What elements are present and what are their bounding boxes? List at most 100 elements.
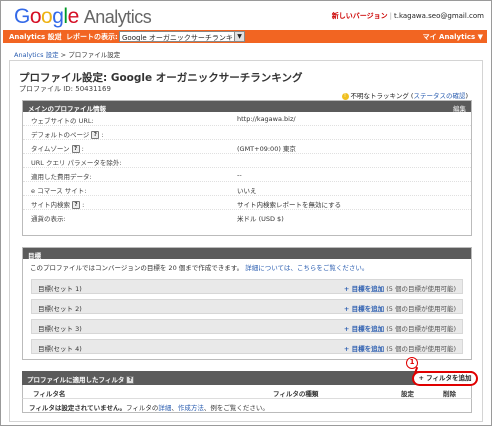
no-filters-text: フィルタの [125,404,159,412]
info-row: タイムゾーン? : (GMT+09:00) 東京 [23,140,471,154]
col-delete: 削除 [443,390,456,398]
filters-table-header: フィルタ名 フィルタの種類 設定 削除 [22,385,472,399]
logo-letter: o [29,5,42,28]
row-label: サイト内検索? : [31,201,85,209]
goal-set-add: + 目標を追加 (5 個の目標が使用可能) [344,343,456,353]
google-analytics-logo[interactable]: Google Analytics [14,5,152,29]
info-row: URL クエリ パラメータを除外: [23,154,471,168]
info-row: サイト内検索? : サイト内検索レポートを無効にする [23,196,471,210]
main-nav-bar: Analytics 設定 | レポートの表示: Google オーガニックサーチ… [3,30,487,43]
goal-set-label: 目標(セット 1) [38,285,82,293]
goal-set-label: 目標(セット 4) [38,345,82,353]
separator: | [389,12,392,20]
goals-description-text: このプロファイルではコンバージョンの目標を 20 個まで作成できます。 [30,264,244,272]
goal-availability: (5 個の目標が使用可能) [386,325,456,333]
breadcrumb-current: プロファイル設定 [68,51,121,59]
help-icon[interactable]: ? [126,376,135,384]
filter-details-link[interactable]: 詳細 [158,404,171,412]
goal-set-row: 目標(セット 2) + 目標を追加 (5 個の目標が使用可能) [31,299,463,314]
goal-availability: (5 個の目標が使用可能) [386,305,456,313]
new-version-link[interactable]: 新しいバージョン [332,12,388,20]
row-value: http://kagawa.biz/ [237,115,296,123]
breadcrumb-settings[interactable]: Analytics 設定 [14,51,59,59]
report-view-label: レポートの表示: [66,33,118,41]
info-row: 適用した費用データ: -- [23,168,471,182]
filter-howto-link[interactable]: 作成方法 [178,404,204,412]
chevron-down-icon[interactable]: ▼ [234,32,244,41]
row-value: いいえ [237,187,257,195]
add-goal-link[interactable]: + 目標を追加 [344,285,384,293]
goals-section: 目標 このプロファイルではコンバージョンの目標を 20 個まで作成できます。 詳… [22,247,472,360]
col-filter-name: フィルタ名 [33,390,66,398]
paren-close: ) [465,92,468,100]
goals-details-link[interactable]: 詳細については、こちらをご覧ください。 [245,264,368,272]
tracking-status-text: 不明なトラッキング [350,92,409,100]
add-goal-link[interactable]: + 目標を追加 [344,305,384,313]
info-row: デフォルトのページ? : [23,126,471,140]
help-icon[interactable]: ? [91,131,100,139]
add-goal-link[interactable]: + 目標を追加 [344,325,384,333]
analytics-settings-link[interactable]: Analytics 設定 [9,32,62,42]
row-label: 通貨の表示: [31,215,66,223]
goal-set-row: 目標(セット 4) + 目標を追加 (5 個の目標が使用可能) [31,339,463,354]
logo-letter: e [67,5,80,28]
row-label-text: デフォルトのページ [31,131,90,139]
section-title: プロファイルに適用したフィルタ [27,376,125,384]
col-settings: 設定 [401,390,414,398]
user-bar: 新しいバージョン | t.kagawa.seo@gmail.com [332,11,484,21]
goal-set-label: 目標(セット 3) [38,325,82,333]
logo-analytics: Analytics [83,7,152,27]
help-icon[interactable]: ? [72,201,80,209]
nav-separator: | [59,32,62,40]
row-label: 適用した費用データ: [31,173,92,181]
breadcrumb-sep: > [60,51,67,59]
section-header: 目標 [23,248,471,260]
col-filter-type: フィルタの種類 [273,390,319,398]
logo-letter: o [41,5,53,28]
user-email: t.kagawa.seo@gmail.com [393,12,484,20]
goal-set-add: + 目標を追加 (5 個の目標が使用可能) [344,303,456,313]
my-analytics-menu[interactable]: マイ Analytics ▼ [423,32,483,42]
row-label: e コマース サイト: [31,187,87,195]
profile-select-value: Google オーガニックサーチランキング [122,34,245,42]
goals-description: このプロファイルではコンバージョンの目標を 20 個まで作成できます。 詳細につ… [30,262,368,272]
warning-icon: ! [341,92,349,100]
filters-section-header: プロファイルに適用したフィルタ? [22,371,472,385]
info-row: e コマース サイト: いいえ [23,182,471,196]
row-value: 米ドル (USD $) [237,215,284,223]
tracking-status: ! 不明なトラッキング (ステータスの確認) [341,90,468,100]
row-label-text: タイムゾーン [31,145,70,153]
callout-number-badge: 1 [406,357,418,369]
goal-set-row: 目標(セット 1) + 目標を追加 (5 個の目標が使用可能) [31,279,463,294]
breadcrumb: Analytics 設定 > プロファイル設定 [14,49,120,59]
row-value: (GMT+09:00) 東京 [237,145,296,153]
main-profile-info-section: メインのプロファイル情報 編集 ウェブサイトの URL: http://kagawa… [22,100,472,236]
row-value: -- [237,171,242,179]
no-filters-message: フィルタは設定されていません。フィルタの詳細、作成方法、例をご覧ください。 [22,399,472,413]
examples-text: 、例をご覧ください。 [203,404,269,412]
profile-id: プロファイル ID: 50431169 [19,85,111,93]
goal-set-add: + 目標を追加 (5 個の目標が使用可能) [344,283,456,293]
goal-set-row: 目標(セット 3) + 目標を追加 (5 個の目標が使用可能) [31,319,463,334]
add-filter-button[interactable]: + フィルタを追加 [412,371,478,386]
add-goal-link[interactable]: + 目標を追加 [344,345,384,353]
logo-letter: G [14,5,30,28]
row-value: サイト内検索レポートを無効にする [237,201,342,209]
section-header: メインのプロファイル情報 編集 [23,101,471,113]
row-label: デフォルトのページ? : [31,131,104,139]
section-title: 目標 [28,252,41,260]
no-filters-bold: フィルタは設定されていません。 [29,404,126,412]
logo-letter: g [52,5,64,28]
goal-availability: (5 個の目標が使用可能) [386,285,456,293]
row-label-text: サイト内検索 [31,201,70,209]
row-label: タイムゾーン? : [31,145,84,153]
row-label: URL クエリ パラメータを除外: [31,159,122,167]
help-icon[interactable]: ? [71,145,80,153]
info-row: ウェブサイトの URL: http://kagawa.biz/ [23,112,471,126]
check-status-link[interactable]: ステータスの確認 [413,92,465,100]
info-row: 通貨の表示: 米ドル (USD $) [23,210,471,224]
goal-set-add: + 目標を追加 (5 個の目標が使用可能) [344,323,456,333]
goal-availability: (5 個の目標が使用可能) [386,345,456,353]
logo-google: Google [14,5,79,28]
profile-select[interactable]: Google オーガニックサーチランキング ▼ [119,31,245,42]
